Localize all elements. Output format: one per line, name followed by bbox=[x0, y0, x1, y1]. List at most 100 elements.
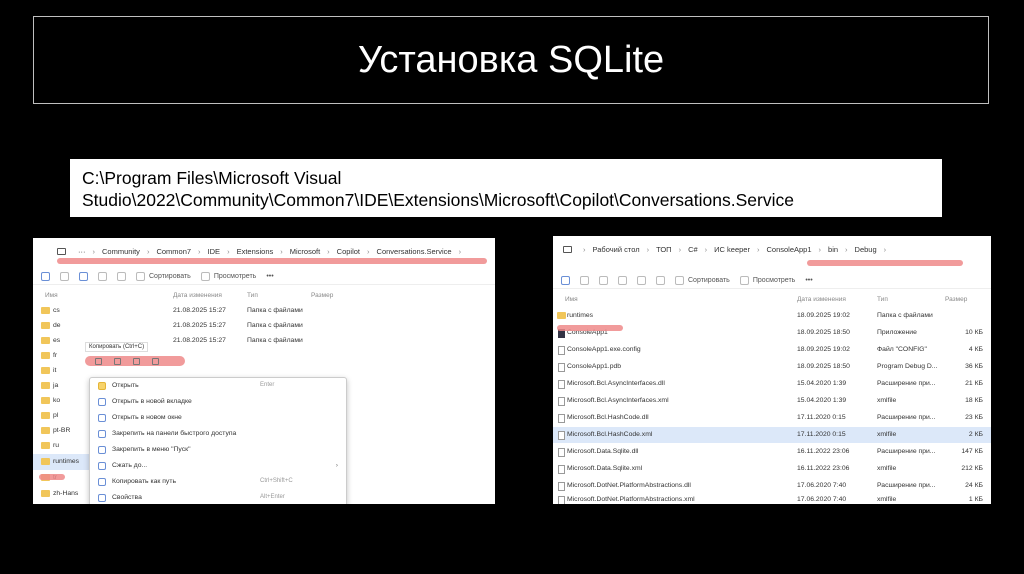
copy-tooltip: Копировать (Ctrl+C) bbox=[85, 342, 149, 352]
file-icon bbox=[558, 397, 565, 406]
row-name: Microsoft.Data.Sqlite.xml bbox=[567, 465, 643, 472]
copy-icon[interactable] bbox=[114, 357, 121, 365]
view-button[interactable]: Просмотреть bbox=[200, 271, 256, 281]
context-menu-item-copy-path[interactable]: Копировать как путь Ctrl+Shift+C bbox=[90, 474, 346, 490]
left-command-bar: Сортировать Просмотреть ••• bbox=[33, 268, 495, 285]
cut-icon[interactable] bbox=[580, 275, 589, 285]
row-size: 212 КБ bbox=[961, 465, 983, 472]
folder-icon bbox=[41, 458, 50, 465]
context-menu-label: Открыть в новом окне bbox=[112, 414, 182, 421]
more-button[interactable]: ••• bbox=[266, 273, 273, 280]
rename-icon[interactable] bbox=[133, 357, 140, 365]
left-explorer-screenshot: ··· › Community › Common7 › IDE › Extensions… bbox=[33, 238, 495, 504]
column-header-type[interactable]: Тип bbox=[247, 292, 258, 299]
row-date: 17.11.2020 0:15 bbox=[797, 431, 846, 438]
row-date: 18.09.2025 19:02 bbox=[797, 312, 850, 319]
new-icon[interactable] bbox=[41, 271, 50, 281]
folder-icon bbox=[41, 367, 50, 374]
row-size: 23 КБ bbox=[965, 414, 983, 421]
right-explorer-screenshot: › Рабочий стол › ТОП › C# › ИС keeper › Cons… bbox=[553, 236, 991, 504]
view-icon bbox=[739, 275, 749, 285]
delete-icon[interactable] bbox=[152, 357, 159, 365]
sort-icon bbox=[675, 275, 684, 285]
breadcrumb[interactable]: Conversations.Service bbox=[373, 247, 456, 256]
breadcrumb[interactable]: bin bbox=[824, 245, 842, 254]
delete-icon[interactable] bbox=[656, 275, 665, 285]
breadcrumb[interactable]: Рабочий стол bbox=[589, 245, 644, 254]
row-name: runtimes bbox=[567, 312, 594, 319]
row-date: 17.06.2020 7:40 bbox=[797, 496, 847, 503]
rename-icon[interactable] bbox=[98, 271, 107, 281]
list-item[interactable]: cs 21.08.2025 15:27 Папка с файлами bbox=[33, 303, 495, 319]
context-menu-item-properties[interactable]: Свойства Alt+Enter bbox=[90, 490, 346, 504]
list-item[interactable]: de 21.08.2025 15:27 Папка с файлами bbox=[33, 318, 495, 334]
view-button[interactable]: Просмотреть bbox=[739, 275, 795, 285]
copy-icon[interactable] bbox=[79, 271, 88, 281]
column-header-name[interactable]: Имя bbox=[565, 296, 578, 303]
breadcrumb[interactable]: Extensions bbox=[233, 247, 278, 256]
sort-button[interactable]: Сортировать bbox=[136, 271, 191, 281]
table-row[interactable]: runtimes 18.09.2025 19:02 Папка с файлами bbox=[553, 308, 991, 324]
table-row[interactable]: Microsoft.DotNet.PlatformAbstractions.xm… bbox=[553, 492, 991, 504]
folder-icon bbox=[41, 322, 50, 329]
table-row[interactable]: Microsoft.Bcl.AsyncInterfaces.xml 15.04.2… bbox=[553, 393, 991, 409]
more-button[interactable]: ••• bbox=[805, 277, 812, 284]
breadcrumb[interactable]: ConsoleApp1 bbox=[762, 245, 815, 254]
install-path-box: C:\Program Files\Microsoft Visual Studio… bbox=[70, 159, 942, 217]
slide-title-text: Установка SQLite bbox=[357, 38, 665, 81]
sort-button[interactable]: Сортировать bbox=[675, 275, 730, 285]
breadcrumb[interactable]: ИС keeper bbox=[710, 245, 754, 254]
table-row[interactable]: Microsoft.Data.Sqlite.xml 16.11.2022 23:0… bbox=[553, 461, 991, 477]
row-date: 16.11.2022 23:06 bbox=[797, 465, 850, 472]
context-menu-item-open[interactable]: Открыть Enter bbox=[90, 378, 346, 394]
list-item-name: de bbox=[53, 322, 61, 329]
share-icon[interactable] bbox=[637, 275, 646, 285]
context-menu-item-pin-start[interactable]: Закрепить в меню "Пуск" bbox=[90, 442, 346, 458]
breadcrumb[interactable]: Copilot bbox=[333, 247, 364, 256]
context-menu-label: Открыть в новой вкладке bbox=[112, 398, 192, 405]
table-row[interactable]: Microsoft.Bcl.HashCode.xml 17.11.2020 0:1… bbox=[553, 427, 991, 443]
row-type: Расширение при... bbox=[877, 380, 936, 387]
breadcrumb[interactable]: ТОП bbox=[652, 245, 675, 254]
context-menu-item-compress[interactable]: Сжать до... › bbox=[90, 458, 346, 474]
folder-icon bbox=[41, 382, 50, 389]
column-header-date[interactable]: Дата изменения bbox=[797, 296, 846, 303]
breadcrumb[interactable]: Microsoft bbox=[286, 247, 324, 256]
column-header-size[interactable]: Размер bbox=[945, 296, 967, 303]
column-header-name[interactable]: Имя bbox=[45, 292, 58, 299]
breadcrumb[interactable]: Community bbox=[98, 247, 144, 256]
table-row[interactable]: ConsoleApp1.exe.config 18.09.2025 19:02 Фа… bbox=[553, 342, 991, 358]
column-header-type[interactable]: Тип bbox=[877, 296, 888, 303]
cut-icon[interactable] bbox=[95, 357, 102, 365]
breadcrumb[interactable]: IDE bbox=[204, 247, 225, 256]
context-menu-item-pin-quick-access[interactable]: Закрепить на панели быстрого доступа bbox=[90, 426, 346, 442]
column-header-size[interactable]: Размер bbox=[311, 292, 333, 299]
table-row[interactable]: Microsoft.Bcl.AsyncInterfaces.dll 15.04.2… bbox=[553, 376, 991, 392]
folder-icon bbox=[41, 307, 50, 314]
breadcrumb-separator-icon: › bbox=[227, 246, 230, 256]
row-type: xmlfile bbox=[877, 465, 897, 472]
right-address-bar[interactable]: › Рабочий стол › ТОП › C# › ИС keeper › Cons… bbox=[553, 236, 991, 262]
table-row[interactable]: ConsoleApp1.pdb 18.09.2025 18:50 Program D… bbox=[553, 359, 991, 375]
breadcrumb[interactable]: ··· bbox=[74, 247, 90, 256]
column-header-date[interactable]: Дата изменения bbox=[173, 292, 222, 299]
breadcrumb[interactable]: Common7 bbox=[152, 247, 195, 256]
table-row[interactable]: Microsoft.Data.Sqlite.dll 16.11.2022 23:0… bbox=[553, 444, 991, 460]
sort-label: Сортировать bbox=[149, 272, 191, 280]
new-icon[interactable] bbox=[561, 275, 570, 285]
copy-icon[interactable] bbox=[599, 275, 608, 285]
delete-icon[interactable] bbox=[117, 271, 126, 281]
chevron-right-icon: › bbox=[335, 462, 338, 469]
context-menu-item-open-new-window[interactable]: Открыть в новом окне bbox=[90, 410, 346, 426]
table-row[interactable]: Microsoft.Bcl.HashCode.dll 17.11.2020 0:1… bbox=[553, 410, 991, 426]
breadcrumb[interactable]: C# bbox=[684, 245, 702, 254]
row-date: 16.11.2022 23:06 bbox=[797, 448, 850, 455]
cut-icon[interactable] bbox=[60, 271, 69, 281]
breadcrumb-separator-icon: › bbox=[327, 246, 330, 256]
folder-icon bbox=[557, 312, 566, 319]
row-name: Microsoft.Bcl.HashCode.dll bbox=[567, 414, 649, 421]
context-menu-item-open-new-tab[interactable]: Открыть в новой вкладке bbox=[90, 394, 346, 410]
breadcrumb[interactable]: Debug bbox=[851, 245, 881, 254]
file-icon bbox=[558, 431, 565, 440]
rename-icon[interactable] bbox=[618, 275, 627, 285]
